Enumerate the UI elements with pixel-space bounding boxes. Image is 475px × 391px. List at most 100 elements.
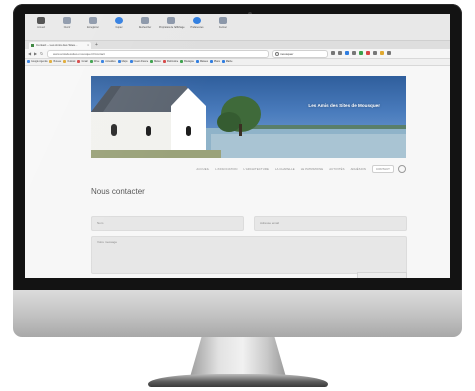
menu-item[interactable]: Fermer [211,17,235,37]
menu-item[interactable]: Copier [107,17,131,37]
nav-item[interactable]: ADHÉSION [351,164,366,174]
menu-item-label: Ouvrir [63,26,71,29]
bookmark-label: Google Agenda [31,60,48,63]
message-field[interactable]: Votre message [91,236,407,274]
addon2-icon[interactable] [380,51,384,55]
bookmark-icon [180,59,184,63]
menu-item[interactable]: Rechercher [133,17,157,37]
bookmark-item[interactable]: Actualités [101,59,116,65]
screen: Accueil Ouvrir Enregistrer Copier Rechercher… [25,14,450,278]
nav-item[interactable]: L'ASSOCIATION [215,164,237,174]
menu-item-label: Fermer [219,26,227,29]
bookmark-item[interactable]: Mairie [221,59,233,65]
menu-item-label: Copier [115,26,123,29]
menu-item-label: Accueil [37,26,45,29]
menu-item-label: Enregistrer [87,26,99,29]
page-title: Nous contacter [91,187,145,196]
url-bar[interactable]: www.amisdessites-mousquer.fr/contact [47,50,269,58]
close-icon[interactable]: × [87,43,89,48]
monitor-stand-neck [190,337,286,377]
menu-item[interactable]: Ouvrir [55,17,79,37]
send-button[interactable] [357,272,407,278]
site-title: Les Amis des Sites de Mousquer [308,103,380,108]
tab-title: Contact – Les Amis des Sites... [36,43,78,47]
bookmark-item[interactable]: Bretagne [180,59,194,65]
menu-icon[interactable] [387,51,391,55]
site-navigation: ACCUEIL L'ASSOCIATION L'ARCHITECTURE LA CHA… [91,164,406,174]
new-tab-button[interactable]: + [95,42,98,48]
bookmark-item[interactable]: Ouest-France [129,59,148,65]
bookmark-label: Plans [213,60,220,63]
monitor-scene: Accueil Ouvrir Enregistrer Copier Rechercher… [0,0,475,391]
menu-item-label: Rechercher [138,26,152,29]
bookmark-item[interactable]: Google Agenda [27,59,47,65]
reload-icon[interactable]: ↻ [40,50,43,57]
menu-item-icon [89,17,97,24]
addon-icon[interactable] [366,51,370,55]
nav-item[interactable]: LA CHAPELLE [275,164,295,174]
bookmark-icon [129,59,133,63]
email-field[interactable]: Adresse email [254,216,407,231]
name-field[interactable]: Nom [91,216,244,231]
star-icon[interactable] [331,51,335,55]
monitor-chin [13,290,462,337]
tab-contact[interactable]: Contact – Les Amis des Sites... × [29,42,91,49]
search-input[interactable]: mousquer [272,50,328,58]
bookmark-item[interactable]: Plans [209,59,220,65]
menu-item[interactable]: Accueil [29,17,53,37]
menu-item-icon [193,17,201,24]
bookmark-item[interactable]: Marées [195,59,208,65]
bookmark-label: Maps [121,60,128,63]
bookmark-icon [27,59,30,63]
nav-item[interactable]: ACCUEIL [196,164,209,174]
bookmark-label: Mairie [225,60,233,63]
bookmark-item[interactable]: Drive [89,59,99,65]
bookmark-item[interactable]: Patrimoine [162,59,178,65]
bookmark-icon [209,59,213,63]
sync-icon[interactable] [373,51,377,55]
nav-item[interactable]: L'ARCHITECTURE [244,164,269,174]
bookmark-icon [221,59,225,63]
bookmark-label: Bretagne [184,60,194,63]
hero-banner: Les Amis des Sites de Mousquer [91,76,406,158]
bookmark-icon [195,59,199,63]
search-text: mousquer [280,52,294,56]
forward-icon[interactable]: ▶ [34,50,37,57]
menu-item-label: Préférences [190,26,204,29]
menu-item-icon [37,17,45,24]
bookmark-item[interactable]: Météo [150,59,161,65]
bookmark-item[interactable]: Bureau [49,59,61,65]
menu-item-icon [63,17,71,24]
home-icon[interactable] [352,51,356,55]
search-icon [275,52,279,56]
bookmark-icon [117,59,121,63]
bookmark-item[interactable]: Outlook [63,59,75,65]
bookmarks-icon[interactable] [338,51,342,55]
name-placeholder: Nom [97,221,104,225]
bookmark-icon [77,59,81,63]
browser-menubar: Accueil Ouvrir Enregistrer Copier Rechercher… [25,14,450,41]
bookmark-icon [162,59,166,63]
menu-item[interactable]: Préférences [185,17,209,37]
bookmark-label: Gmail [81,60,88,63]
nav-item[interactable]: CONTACT [371,165,394,173]
menu-item[interactable]: Enregistrer [81,17,105,37]
tab-strip: Contact – Les Amis des Sites... × + [25,41,450,49]
bookmark-item[interactable]: Maps [117,59,128,65]
back-icon[interactable]: ◀ [28,50,31,57]
extension-icon[interactable] [359,51,363,55]
bookmark-label: Outlook [67,60,76,63]
download-icon[interactable] [345,51,349,55]
nav-item[interactable]: LE PATRIMOINE [301,164,324,174]
menu-item[interactable]: Propriétés de l'affichage [159,17,185,37]
favicon-icon [31,44,34,47]
email-placeholder: Adresse email [260,221,280,225]
message-placeholder: Votre message [97,240,118,244]
nav-item[interactable]: ACTIVITÉS [329,164,344,174]
monitor-stand-foot [148,374,328,387]
search-icon[interactable] [398,165,406,173]
chapel-seaside-image [91,86,406,158]
bookmark-item[interactable]: Gmail [77,59,88,65]
menu-item-icon [167,17,175,24]
bookmarks-bar: Google Agenda Bureau Outlook Gmail Drive Actu… [25,59,450,66]
